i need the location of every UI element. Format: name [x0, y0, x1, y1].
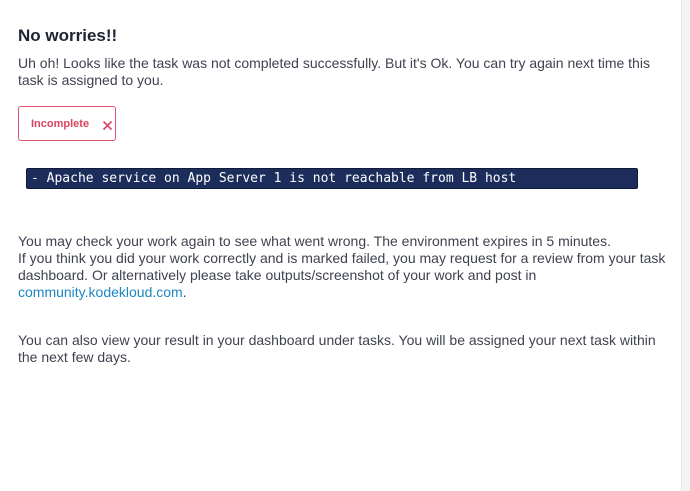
dashboard-info: You can also view your result in your da… [18, 332, 656, 365]
result-panel: No worries!! Uh oh! Looks like the task … [0, 0, 682, 491]
close-icon[interactable] [102, 118, 113, 131]
check-info: You may check your work again to see wha… [18, 233, 668, 301]
status-badge[interactable]: Incomplete [18, 106, 116, 141]
error-message: - Apache service on App Server 1 is not … [26, 168, 638, 189]
intro-text: Uh oh! Looks like the task was not compl… [18, 55, 650, 88]
check-info-line1: You may check your work again to see wha… [18, 233, 611, 249]
check-info-line2: If you think you did your work correctly… [18, 250, 668, 301]
page-title: No worries!! [18, 26, 118, 45]
status-badge-label: Incomplete [31, 117, 90, 130]
community-link[interactable]: community.kodekloud.com [18, 284, 183, 300]
link-suffix: . [182, 284, 187, 300]
check-info-text: If you think you did your work correctly… [18, 250, 666, 283]
